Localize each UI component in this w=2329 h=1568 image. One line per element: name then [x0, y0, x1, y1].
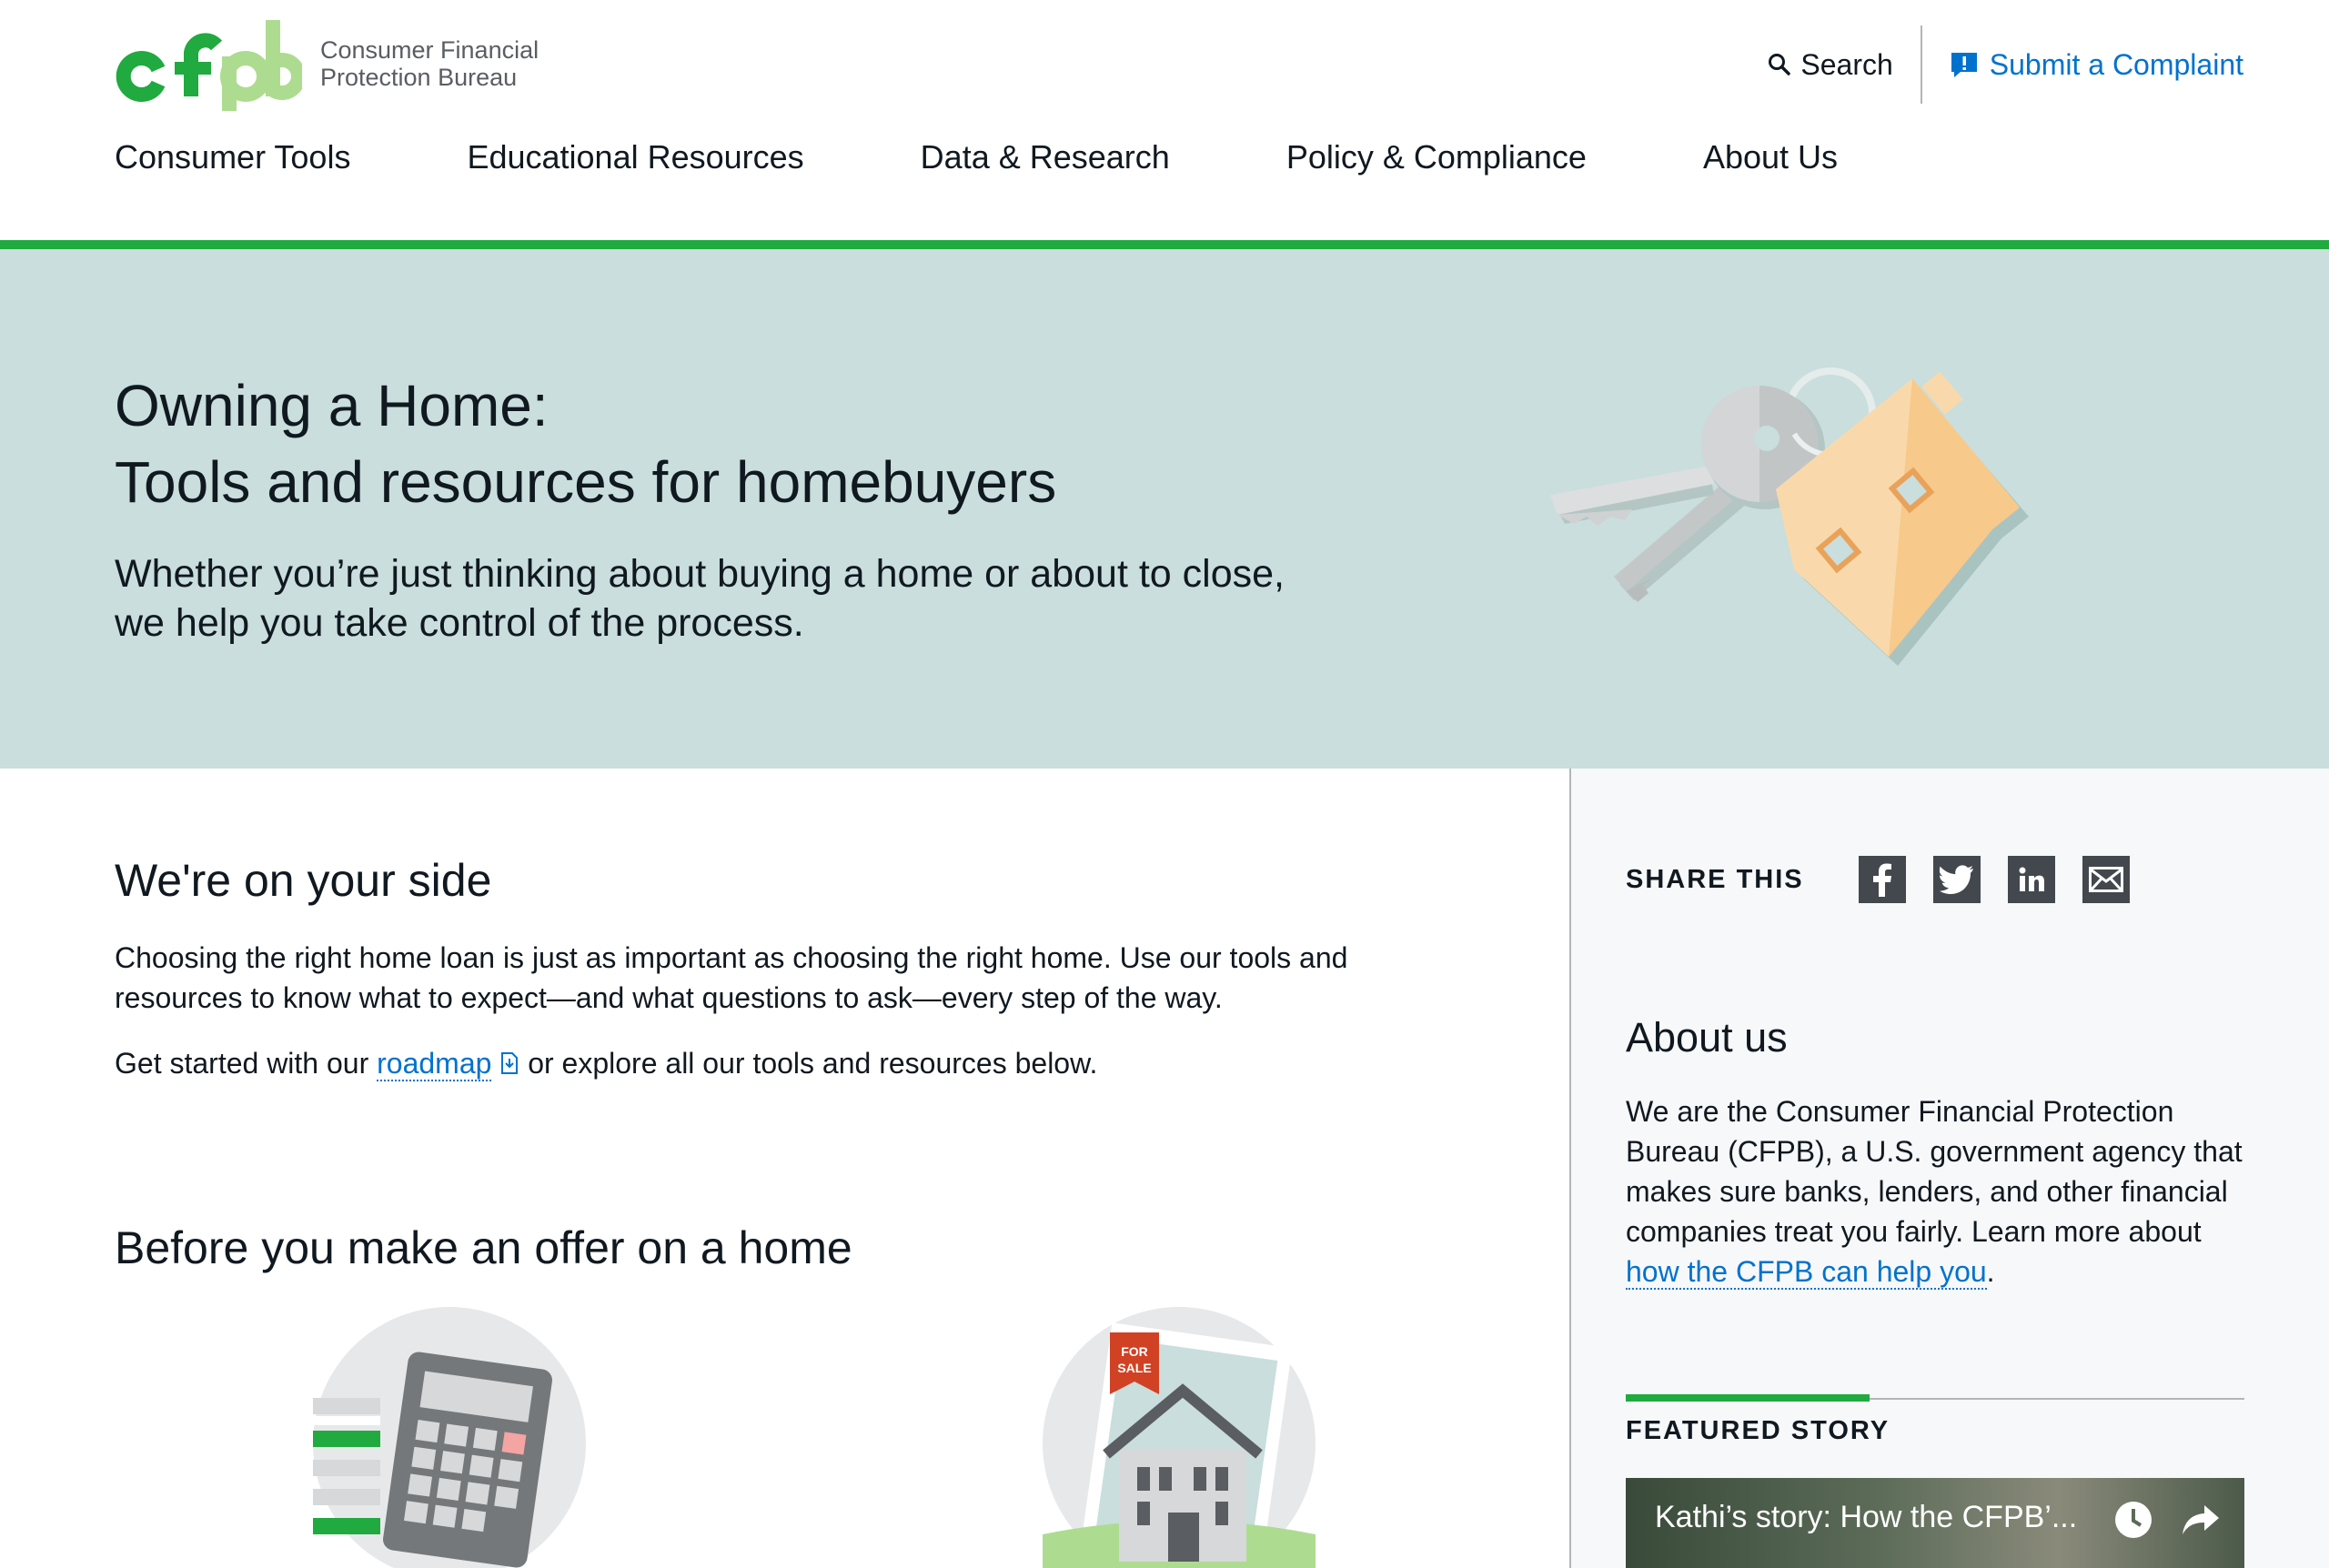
complaint-icon	[1951, 53, 1977, 77]
featured-divider-accent	[1626, 1394, 1870, 1402]
logo-text-line2: Protection Bureau	[320, 64, 518, 91]
on-your-side-heading: We're on your side	[115, 855, 492, 906]
share-label: SHARE THIS	[1626, 864, 1804, 894]
main-content: We're on your side Choosing the right ho…	[0, 769, 1569, 1568]
before-offer-heading: Before you make an offer on a home	[115, 1222, 852, 1273]
get-started-prefix: Get started with our	[115, 1047, 369, 1080]
featured-video-player[interactable]: Kathi’s story: How the CFPB’...	[1626, 1478, 2244, 1568]
svg-text:SALE: SALE	[1117, 1361, 1151, 1375]
share-linkedin-button[interactable]	[2007, 856, 2055, 903]
logo-wordmark: Consumer Financial Protection Bureau	[320, 36, 539, 91]
nav-item-policy-compliance[interactable]: Policy & Compliance	[1286, 138, 1587, 176]
site-header: Consumer Financial Protection Bureau Sea…	[0, 0, 2329, 243]
search-label: Search	[1800, 47, 1893, 81]
hero-title: Owning a Home: Tools and resources for h…	[115, 367, 1056, 520]
search-button[interactable]: Search	[1768, 25, 1920, 104]
video-title: Kathi’s story: How the CFPB’...	[1655, 1500, 2078, 1534]
header-green-rule	[0, 240, 2329, 249]
about-us-heading: About us	[1626, 1014, 1788, 1060]
intro-paragraph: Choosing the right home loan is just as …	[115, 941, 1348, 1014]
calculator-illustration[interactable]	[313, 1307, 586, 1568]
complaint-label: Submit a Complaint	[1989, 47, 2243, 81]
utility-nav: Search Submit a Complaint	[1768, 25, 2243, 104]
house-keys-illustration	[1550, 367, 2029, 666]
about-us-paragraph: We are the Consumer Financial Protection…	[1626, 1095, 2243, 1290]
main-nav: Consumer Tools Educational Resources Dat…	[115, 138, 1838, 176]
watch-later-icon[interactable]	[2113, 1500, 2153, 1540]
download-icon	[501, 1052, 519, 1074]
roadmap-link[interactable]: roadmap	[377, 1047, 492, 1081]
get-started-suffix: or explore all our tools and resources b…	[528, 1047, 1098, 1080]
search-icon	[1769, 54, 1791, 75]
email-icon	[2088, 867, 2123, 892]
for-sale-sign-text: FOR	[1121, 1344, 1148, 1359]
share-bar: SHARE THIS	[1626, 856, 2157, 903]
cfpb-logo-mark	[116, 20, 302, 111]
hero-title-line1: Owning a Home:	[115, 373, 549, 438]
twitter-icon	[1939, 865, 1973, 894]
share-facebook-button[interactable]	[1858, 856, 1906, 903]
video-share-icon[interactable]	[2181, 1502, 2221, 1538]
how-cfpb-can-help-link[interactable]: how the CFPB can help you	[1626, 1255, 1987, 1290]
cfpb-logo[interactable]: Consumer Financial Protection Bureau	[115, 16, 539, 111]
nav-item-consumer-tools[interactable]: Consumer Tools	[115, 138, 350, 176]
house-for-sale-illustration[interactable]: FOR SALE	[1043, 1307, 1316, 1568]
hero-subtitle: Whether you’re just thinking about buyin…	[115, 552, 1285, 645]
share-email-button[interactable]	[2082, 856, 2130, 903]
nav-item-data-research[interactable]: Data & Research	[921, 138, 1170, 176]
linkedin-icon	[2019, 867, 2044, 891]
nav-item-about-us[interactable]: About Us	[1703, 138, 1838, 176]
logo-text-line1: Consumer Financial	[320, 36, 539, 64]
submit-complaint-link[interactable]: Submit a Complaint	[1922, 25, 2243, 104]
nav-item-educational-resources[interactable]: Educational Resources	[467, 138, 803, 176]
facebook-icon	[1872, 863, 1891, 897]
sidebar: SHARE THIS About us We are the Consumer …	[1569, 769, 2329, 1568]
hero-title-line2: Tools and resources for homebuyers	[115, 449, 1057, 515]
share-twitter-button[interactable]	[1932, 856, 1981, 903]
roadmap-link-label: roadmap	[377, 1047, 492, 1080]
get-started-paragraph: Get started with our roadmap or explore …	[115, 1043, 1097, 1083]
about-us-text: We are the Consumer Financial Protection…	[1626, 1095, 2243, 1248]
featured-story-label: FEATURED STORY	[1626, 1416, 1890, 1445]
hero-banner: Owning a Home: Tools and resources for h…	[0, 249, 2329, 769]
